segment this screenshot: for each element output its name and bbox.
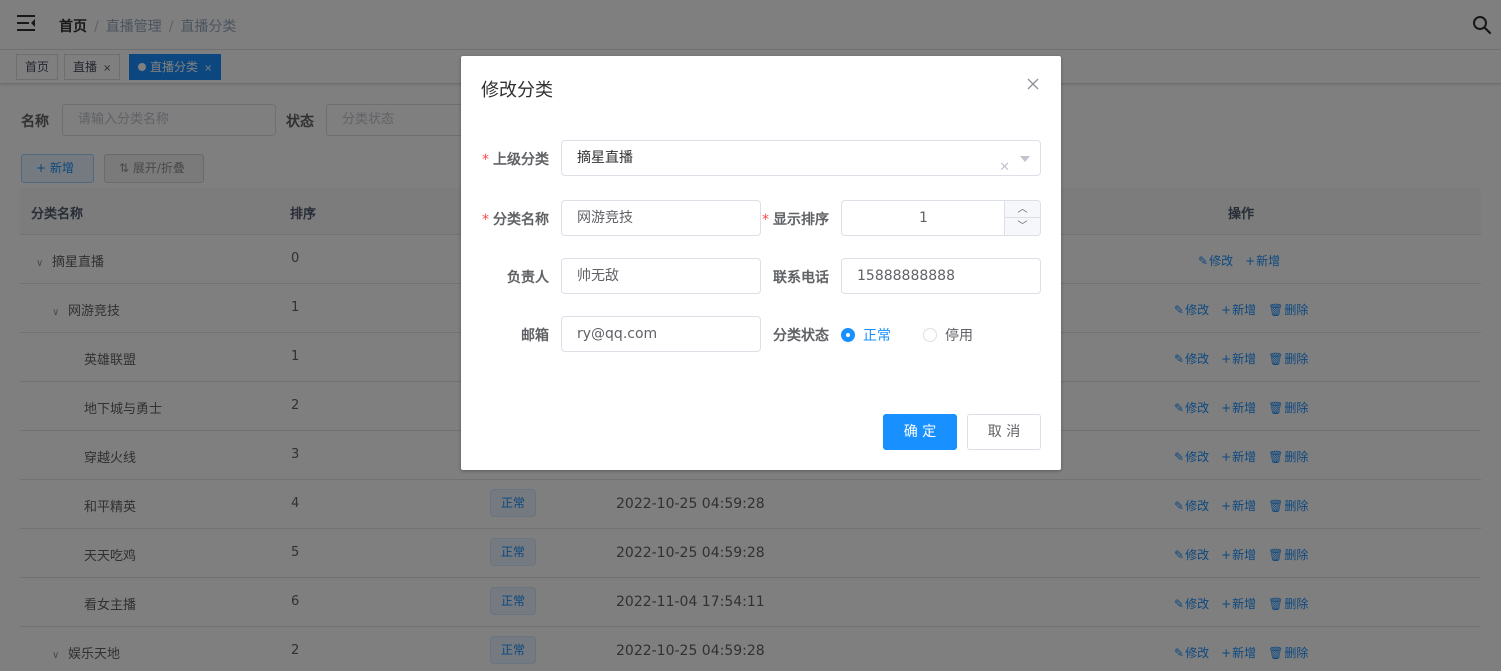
display-order-label: * 显示排序 xyxy=(762,212,829,228)
leader-field[interactable]: 帅无敌 xyxy=(561,258,761,294)
category-status-radio-group: 正常 停用 xyxy=(841,325,1041,345)
edit-category-dialog: 修改分类 * 上级分类 摘星直播 ✕ * 分类名称 网游竞技 * 显示排序 1 ︿ ﹀… xyxy=(461,56,1061,470)
parent-category-select[interactable]: 摘星直播 ✕ xyxy=(561,140,1041,176)
leader-label: 负责人 xyxy=(507,270,549,286)
email-field[interactable]: ry@qq.com xyxy=(561,316,761,352)
decrease-icon[interactable]: ﹀ xyxy=(1004,218,1040,235)
phone-label: 联系电话 xyxy=(773,270,829,286)
email-label: 邮箱 xyxy=(521,328,549,344)
phone-field[interactable]: 15888888888 xyxy=(841,258,1041,294)
status-radio-disabled[interactable]: 停用 xyxy=(923,325,973,345)
category-name-label: * 分类名称 xyxy=(482,212,549,228)
increase-icon[interactable]: ︿ xyxy=(1004,201,1040,218)
cancel-button[interactable]: 取 消 xyxy=(967,414,1041,450)
category-name-field[interactable]: 网游竞技 xyxy=(561,200,761,236)
confirm-button[interactable]: 确 定 xyxy=(883,414,957,450)
display-order-stepper[interactable]: 1 ︿ ﹀ xyxy=(841,200,1041,236)
clear-icon[interactable]: ✕ xyxy=(999,151,1010,185)
chevron-down-icon xyxy=(1020,156,1030,162)
status-radio-normal[interactable]: 正常 xyxy=(841,325,891,345)
dialog-title: 修改分类 xyxy=(481,80,553,101)
display-order-value[interactable]: 1 xyxy=(842,201,1005,235)
category-status-label: 分类状态 xyxy=(773,328,829,344)
parent-category-label: * 上级分类 xyxy=(482,152,549,168)
close-icon[interactable] xyxy=(1025,76,1041,92)
